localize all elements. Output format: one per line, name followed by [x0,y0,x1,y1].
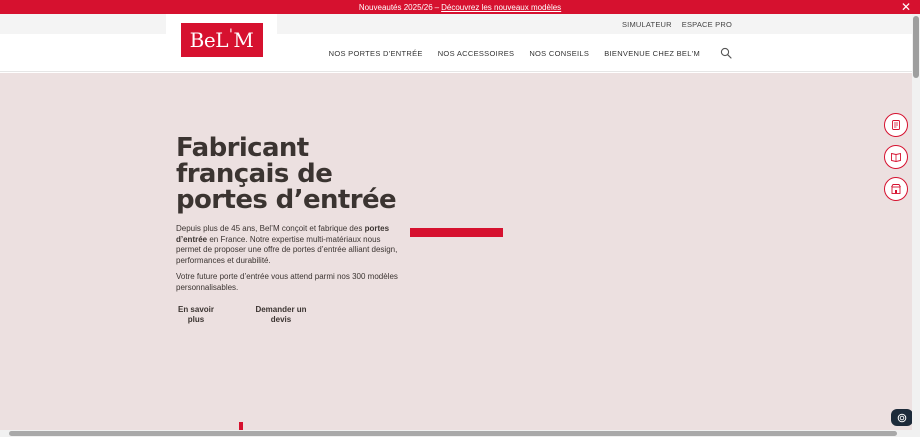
promo-text: Nouveautés 2025/26 [358,2,433,12]
hero-description: Depuis plus de 45 ans, Bel’M conçoit et … [176,224,398,265]
scrollbar-corner [912,430,920,437]
hero-title: Fabricant français de portes d’entrée [176,133,397,215]
promo-banner: Nouveautés 2025/26 – Découvrez les nouve… [0,0,920,14]
horizontal-scroll-thumb[interactable] [9,431,897,436]
logo-container[interactable]: BeL ' M [166,14,277,65]
logo[interactable]: BeL ' M [180,22,263,57]
nav-item-welcome[interactable]: BIENVENUE CHEZ BEL'M [604,49,700,58]
simulator-link[interactable]: SIMULATEUR [622,20,672,29]
slider-indicator[interactable] [239,422,243,430]
hero-accent-bar [410,228,503,237]
hero-subtext: Votre future porte d’entrée vous attend … [176,272,398,292]
utility-bar: SIMULATEUR ESPACE PRO [0,14,912,34]
horizontal-scrollbar[interactable] [0,430,912,437]
catalog-book-icon[interactable] [884,145,908,169]
vertical-scrollbar[interactable] [912,14,920,430]
pro-space-link[interactable]: ESPACE PRO [682,20,732,29]
learn-more-button[interactable]: En savoir plus [176,305,216,325]
main-header: NOS PORTES D'ENTRÉE NOS ACCESSOIRES NOS … [0,34,912,72]
promo-link[interactable]: Découvrez les nouveaux modèles [441,3,561,12]
main-nav: NOS PORTES D'ENTRÉE NOS ACCESSOIRES NOS … [329,34,700,72]
showroom-icon[interactable] [884,177,908,201]
request-quote-button[interactable]: Demander un devis [252,305,310,325]
promo-separator: – [434,2,440,12]
vertical-scroll-thumb[interactable] [913,16,919,78]
nav-item-doors[interactable]: NOS PORTES D'ENTRÉE [329,49,423,58]
chat-icon[interactable] [891,409,913,426]
search-icon[interactable] [720,47,732,59]
close-icon[interactable]: ✕ [901,0,911,14]
nav-item-advice[interactable]: NOS CONSEILS [529,49,589,58]
document-icon[interactable] [884,113,908,137]
nav-item-accessories[interactable]: NOS ACCESSOIRES [438,49,515,58]
hero-section: Fabricant français de portes d’entrée De… [0,73,912,430]
